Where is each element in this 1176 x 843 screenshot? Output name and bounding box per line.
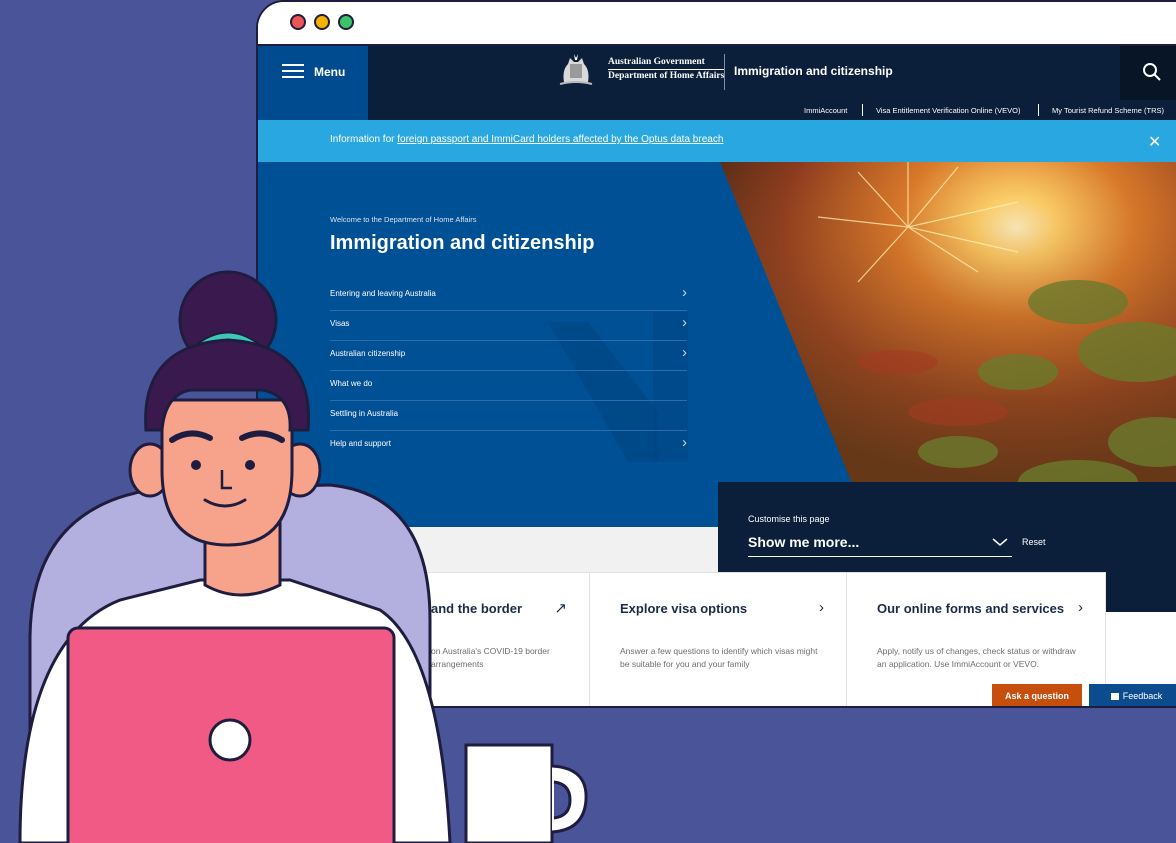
- card-border[interactable]: and the border ↗ on Australia's COVID-19…: [418, 572, 590, 706]
- gov-line-2: Department of Home Affairs: [608, 71, 725, 81]
- menu-button[interactable]: Menu: [258, 46, 368, 120]
- chevron-right-icon: ›: [819, 599, 824, 616]
- utility-nav: ImmiAccount Visa Entitlement Verificatio…: [368, 100, 1176, 120]
- external-link-icon: ↗: [554, 600, 567, 617]
- utility-link-immiaccount[interactable]: ImmiAccount: [804, 106, 847, 115]
- search-icon: [1143, 63, 1161, 81]
- utility-link-trs[interactable]: My Tourist Refund Scheme (TRS): [1052, 106, 1164, 115]
- utility-link-vevo[interactable]: Visa Entitlement Verification Online (VE…: [876, 106, 1021, 115]
- comment-icon: [1110, 693, 1119, 701]
- header-divider: [724, 54, 725, 90]
- nav-label: Help and support: [330, 439, 391, 448]
- gov-line-1: Australian Government: [608, 56, 725, 70]
- minimize-window-dot[interactable]: [314, 14, 330, 30]
- hero-nav-entering[interactable]: Entering and leaving Australia ›: [330, 280, 687, 311]
- menu-label: Menu: [314, 65, 346, 79]
- hero-nav-visas[interactable]: Visas ›: [330, 310, 687, 341]
- customise-label: Customise this page: [748, 514, 830, 524]
- card-title: Explore visa options: [620, 601, 748, 616]
- card-description: Answer a few questions to identify which…: [620, 646, 818, 669]
- feedback-label: Feedback: [1122, 691, 1163, 701]
- hero-title: Immigration and citizenship: [330, 232, 595, 254]
- hero-nav-what-we-do[interactable]: What we do: [330, 370, 687, 401]
- nav-label: Australian citizenship: [330, 349, 406, 358]
- chevron-right-icon: ›: [682, 344, 687, 361]
- close-window-dot[interactable]: [290, 14, 306, 30]
- chevron-right-icon: ›: [682, 284, 687, 301]
- alert-link[interactable]: foreign passport and ImmiCard holders af…: [397, 134, 723, 145]
- nav-label: Visas: [330, 319, 350, 328]
- alert-text: Information for foreign passport and Imm…: [330, 134, 723, 145]
- utility-separator: [862, 104, 863, 116]
- ask-question-button[interactable]: Ask a question: [992, 684, 1082, 706]
- chevron-right-icon: ›: [682, 314, 687, 331]
- feedback-button[interactable]: Feedback: [1089, 684, 1176, 706]
- card-description: on Australia's COVID-19 border arrangeme…: [431, 646, 550, 669]
- coat-of-arms-icon: [556, 52, 596, 88]
- hero-nav-citizenship[interactable]: Australian citizenship ›: [330, 340, 687, 371]
- chevron-down-icon: [992, 536, 1008, 550]
- hero-nav-help[interactable]: Help and support ›: [330, 430, 687, 460]
- reset-link[interactable]: Reset: [1022, 537, 1046, 547]
- nav-label: What we do: [330, 379, 373, 388]
- chevron-right-icon: ›: [682, 434, 687, 451]
- maximize-window-dot[interactable]: [338, 14, 354, 30]
- show-me-more-select[interactable]: Show me more...: [748, 534, 1012, 557]
- alert-close-icon[interactable]: ✕: [1148, 132, 1161, 152]
- search-button[interactable]: [1120, 46, 1176, 100]
- window-titlebar: [258, 2, 1176, 46]
- alert-prefix: Information for: [330, 134, 398, 145]
- welcome-text: Welcome to the Department of Home Affair…: [330, 215, 477, 224]
- card-title: Our online forms and services: [877, 601, 1065, 616]
- gov-logo-text[interactable]: Australian Government Department of Home…: [608, 56, 725, 83]
- utility-separator: [1038, 104, 1039, 116]
- hamburger-icon: [282, 64, 304, 78]
- card-explore-visa-options[interactable]: Explore visa options › Answer a few ques…: [589, 572, 847, 706]
- hero-section: Welcome to the Department of Home Affair…: [258, 162, 1176, 527]
- nav-label: Entering and leaving Australia: [330, 289, 436, 298]
- nav-label: Settling in Australia: [330, 409, 399, 418]
- chevron-right-icon: ›: [1078, 599, 1083, 616]
- alert-banner: Information for foreign passport and Imm…: [258, 120, 1176, 162]
- site-header: Australian Government Department of Home…: [258, 46, 1176, 100]
- hero-nav-settling[interactable]: Settling in Australia: [330, 400, 687, 431]
- site-title[interactable]: Immigration and citizenship: [734, 64, 893, 78]
- card-description: Apply, notify us of changes, check statu…: [877, 646, 1076, 669]
